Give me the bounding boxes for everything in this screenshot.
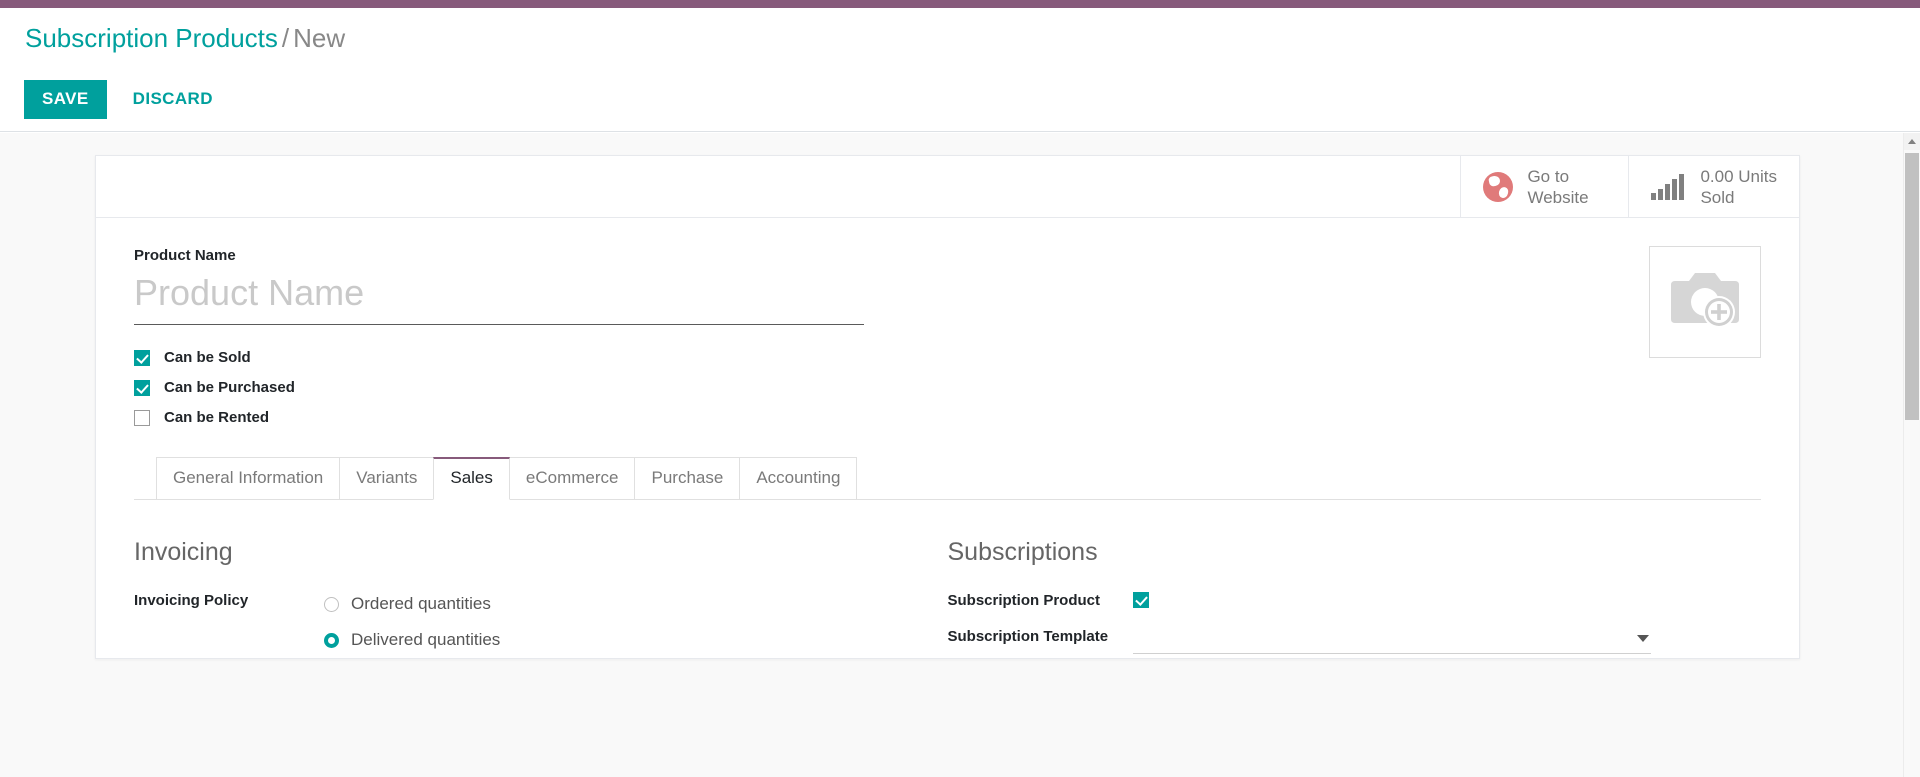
invoicing-group: Invoicing Invoicing Policy Ordered quant… [134, 536, 948, 658]
can-be-sold-row[interactable]: Can be Sold [134, 343, 1761, 373]
tab-sales[interactable]: Sales [433, 457, 510, 500]
breadcrumb-separator: / [281, 23, 290, 53]
vertical-scrollbar[interactable] [1903, 133, 1920, 777]
subscription-template-row: Subscription Template [948, 622, 1722, 658]
product-title-block: Product Name [134, 246, 1761, 325]
product-form-body: Product Name Can be Sold Can be Purchase… [96, 218, 1799, 500]
form-content-area: Go to Website 0.00 Units Sold Product Na… [0, 133, 1920, 777]
bar-chart-icon [1651, 173, 1686, 200]
can-be-purchased-label: Can be Purchased [164, 379, 295, 396]
product-flags-list: Can be Sold Can be Purchased Can be Rent… [134, 343, 1761, 433]
sales-tab-pane: Invoicing Invoicing Policy Ordered quant… [96, 500, 1799, 658]
ordered-quantities-radio[interactable] [324, 596, 339, 612]
product-name-input[interactable] [134, 270, 864, 325]
top-accent-bar [0, 0, 1920, 8]
camera-add-icon [1671, 273, 1739, 328]
breadcrumb-root-link[interactable]: Subscription Products [25, 23, 278, 53]
tab-variants[interactable]: Variants [339, 457, 435, 500]
subscription-product-label: Subscription Product [947, 592, 1101, 609]
tab-purchase[interactable]: Purchase [634, 457, 741, 500]
go-to-website-stat-button[interactable]: Go to Website [1460, 156, 1628, 217]
go-to-website-line2: Website [1527, 187, 1589, 207]
can-be-rented-checkbox[interactable] [134, 410, 150, 426]
form-notebook-tabs: General Information Variants Sales eComm… [134, 457, 1761, 500]
subscription-template-label: Subscription Template [947, 628, 1109, 645]
record-action-buttons: SAVE DISCARD [24, 80, 229, 119]
chevron-down-icon [1636, 635, 1649, 642]
can-be-sold-checkbox[interactable] [134, 350, 150, 366]
can-be-rented-row[interactable]: Can be Rented [134, 403, 1761, 433]
breadcrumb: Subscription Products / New [25, 22, 345, 54]
invoicing-group-title: Invoicing [134, 538, 233, 566]
delivered-quantities-label: Delivered quantities [351, 630, 501, 649]
units-sold-label: 0.00 Units Sold [1700, 166, 1777, 208]
stat-button-bar: Go to Website 0.00 Units Sold [96, 156, 1799, 218]
units-sold-caption: Sold [1700, 187, 1735, 207]
tab-accounting[interactable]: Accounting [739, 457, 858, 500]
can-be-rented-label: Can be Rented [164, 409, 270, 426]
scroll-up-button[interactable] [1904, 133, 1920, 150]
subscription-template-field-wrap [1132, 622, 1722, 654]
tab-ecommerce[interactable]: eCommerce [508, 457, 636, 500]
scrollbar-thumb[interactable] [1905, 153, 1919, 420]
can-be-purchased-checkbox[interactable] [134, 380, 150, 396]
units-sold-value: 0.00 Units [1700, 166, 1777, 186]
breadcrumb-current: New [293, 23, 346, 53]
product-name-label: Product Name [134, 247, 236, 264]
invoicing-policy-radio-group: Ordered quantities Delivered quantities [324, 586, 500, 658]
ordered-quantities-option[interactable]: Ordered quantities [324, 586, 500, 622]
subscription-product-row: Subscription Product [948, 586, 1722, 622]
go-to-website-line1: Go to [1527, 166, 1570, 186]
invoicing-policy-row: Invoicing Policy Ordered quantities Deli… [134, 586, 908, 658]
invoicing-policy-label: Invoicing Policy [134, 592, 249, 609]
subscriptions-group: Subscriptions Subscription Product Subsc… [948, 536, 1762, 658]
product-image-placeholder[interactable] [1649, 246, 1761, 358]
ordered-quantities-label: Ordered quantities [351, 594, 491, 613]
discard-button[interactable]: DISCARD [117, 80, 229, 119]
control-panel: Subscription Products / New SAVE DISCARD [0, 8, 1920, 132]
tab-general-information[interactable]: General Information [156, 457, 341, 500]
subscription-product-checkbox[interactable] [1132, 592, 1149, 608]
go-to-website-label: Go to Website [1527, 166, 1588, 208]
delivered-quantities-option[interactable]: Delivered quantities [324, 622, 500, 658]
delivered-quantities-radio[interactable] [324, 632, 339, 648]
can-be-purchased-row[interactable]: Can be Purchased [134, 373, 1761, 403]
subscriptions-group-title: Subscriptions [947, 538, 1098, 566]
subscription-template-dropdown[interactable] [1132, 624, 1651, 654]
globe-icon [1483, 171, 1514, 202]
units-sold-stat-button[interactable]: 0.00 Units Sold [1628, 156, 1799, 217]
can-be-sold-label: Can be Sold [164, 349, 251, 366]
save-button[interactable]: SAVE [24, 80, 107, 119]
form-sheet: Go to Website 0.00 Units Sold Product Na… [95, 155, 1800, 659]
